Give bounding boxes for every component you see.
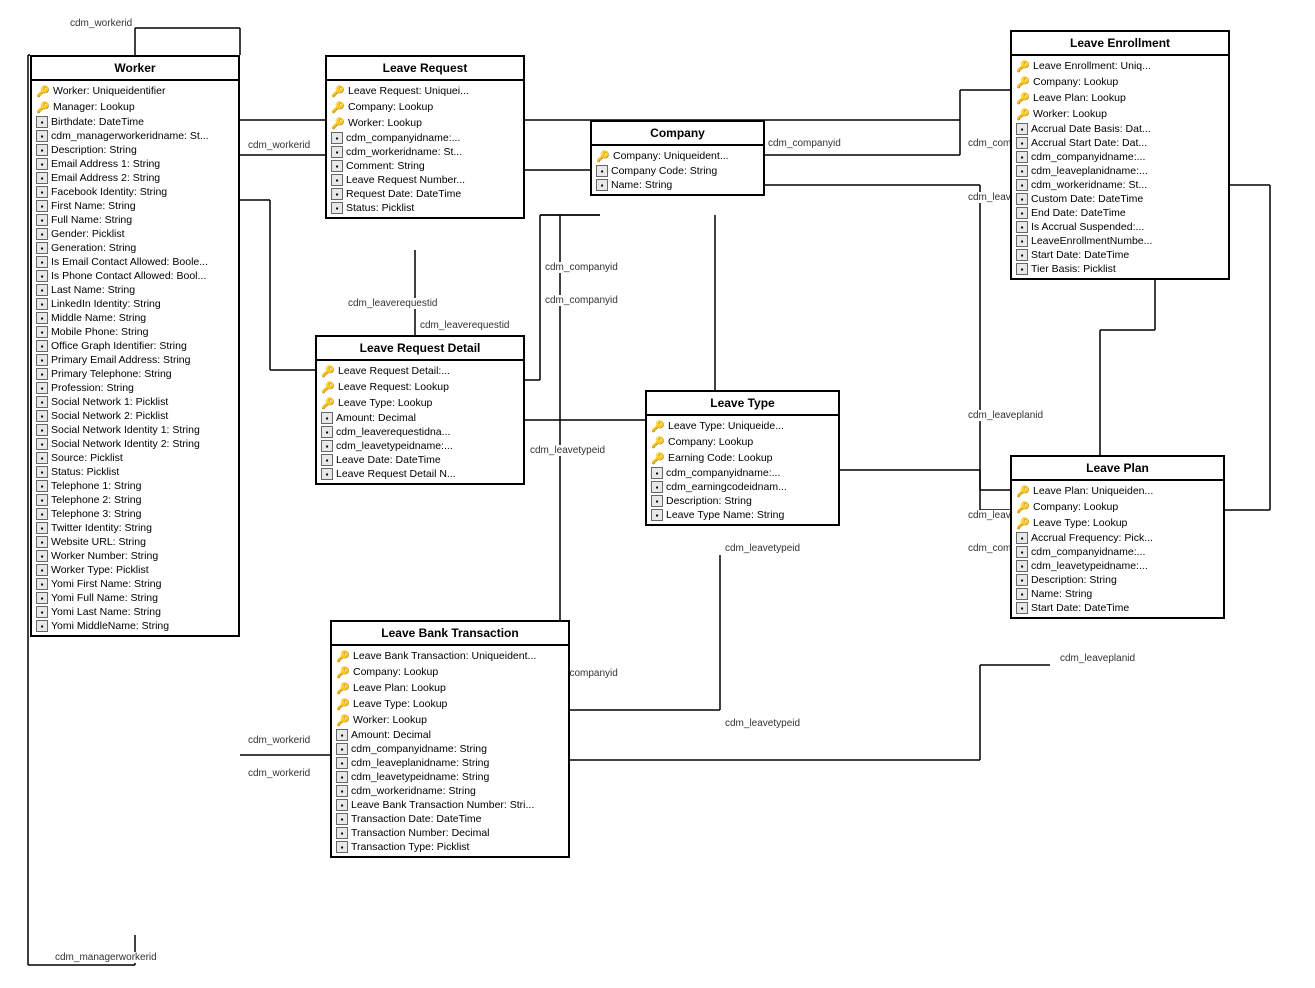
label-cdm-companyid-co: cdm_companyid: [768, 138, 841, 149]
label-cdm-workerid-leavereq: cdm_workerid: [248, 140, 310, 151]
leave-bank-transaction-body: 🔑Leave Bank Transaction: Uniqueident... …: [332, 646, 568, 856]
leave-request-body: 🔑Leave Request: Uniquei... 🔑Company: Loo…: [327, 81, 523, 217]
label-cdm-leavetypeid-1: cdm_leavetypeid: [530, 445, 605, 456]
leave-request-entity: Leave Request 🔑Leave Request: Uniquei...…: [325, 55, 525, 219]
company-entity: Company 🔑Company: Uniqueident... ▪Compan…: [590, 120, 765, 196]
worker-title: Worker: [32, 57, 238, 81]
worker-body: 🔑Worker: Uniqueidentifier 🔑Manager: Look…: [32, 81, 238, 635]
leave-bank-transaction-entity: Leave Bank Transaction 🔑Leave Bank Trans…: [330, 620, 570, 858]
leave-request-detail-title: Leave Request Detail: [317, 337, 523, 361]
company-title: Company: [592, 122, 763, 146]
leave-plan-body: 🔑Leave Plan: Uniqueiden... 🔑Company: Loo…: [1012, 481, 1223, 617]
diagram-container: cdm_workerid cdm_workerid cdm_workerid c…: [0, 0, 1315, 988]
leave-request-title: Leave Request: [327, 57, 523, 81]
leave-type-entity: Leave Type 🔑Leave Type: Uniqueide... 🔑Co…: [645, 390, 840, 526]
label-cdm-managerworkerid: cdm_managerworkerid: [55, 952, 157, 963]
leave-type-title: Leave Type: [647, 392, 838, 416]
leave-request-detail-body: 🔑Leave Request Detail:... 🔑Leave Request…: [317, 361, 523, 483]
label-cdm-workerid-lbt: cdm_workerid: [248, 735, 310, 746]
label-cdm-leavetypeid-3: cdm_leavetypeid: [725, 543, 800, 554]
label-cdm-leavetypeid-4: cdm_leavetypeid: [725, 718, 800, 729]
label-cdm-companyid-lrd2: cdm_companyid: [545, 295, 618, 306]
label-cdm-leaveplanid-lbt: cdm_leaveplanid: [1060, 653, 1135, 664]
leave-request-detail-entity: Leave Request Detail 🔑Leave Request Deta…: [315, 335, 525, 485]
worker-entity: Worker 🔑Worker: Uniqueidentifier 🔑Manage…: [30, 55, 240, 637]
label-cdm-leaveplanid-2: cdm_leaveplanid: [968, 410, 1043, 421]
label-cdm-companyid-lrd: cdm_companyid: [545, 262, 618, 273]
leave-enrollment-title: Leave Enrollment: [1012, 32, 1228, 56]
leave-enrollment-body: 🔑Leave Enrollment: Uniq... 🔑Company: Loo…: [1012, 56, 1228, 278]
leave-plan-title: Leave Plan: [1012, 457, 1223, 481]
leave-bank-transaction-title: Leave Bank Transaction: [332, 622, 568, 646]
company-body: 🔑Company: Uniqueident... ▪Company Code: …: [592, 146, 763, 194]
label-cdm-leaverequestid-2: cdm_leaverequestid: [420, 320, 510, 331]
label-cdm-workerid-lbt2: cdm_workerid: [248, 768, 310, 779]
label-cdm-leaverequestid: cdm_leaverequestid: [348, 298, 438, 309]
leave-type-body: 🔑Leave Type: Uniqueide... 🔑Company: Look…: [647, 416, 838, 524]
leave-plan-entity: Leave Plan 🔑Leave Plan: Uniqueiden... 🔑C…: [1010, 455, 1225, 619]
label-cdm-workerid-top: cdm_workerid: [70, 18, 132, 29]
leave-enrollment-entity: Leave Enrollment 🔑Leave Enrollment: Uniq…: [1010, 30, 1230, 280]
